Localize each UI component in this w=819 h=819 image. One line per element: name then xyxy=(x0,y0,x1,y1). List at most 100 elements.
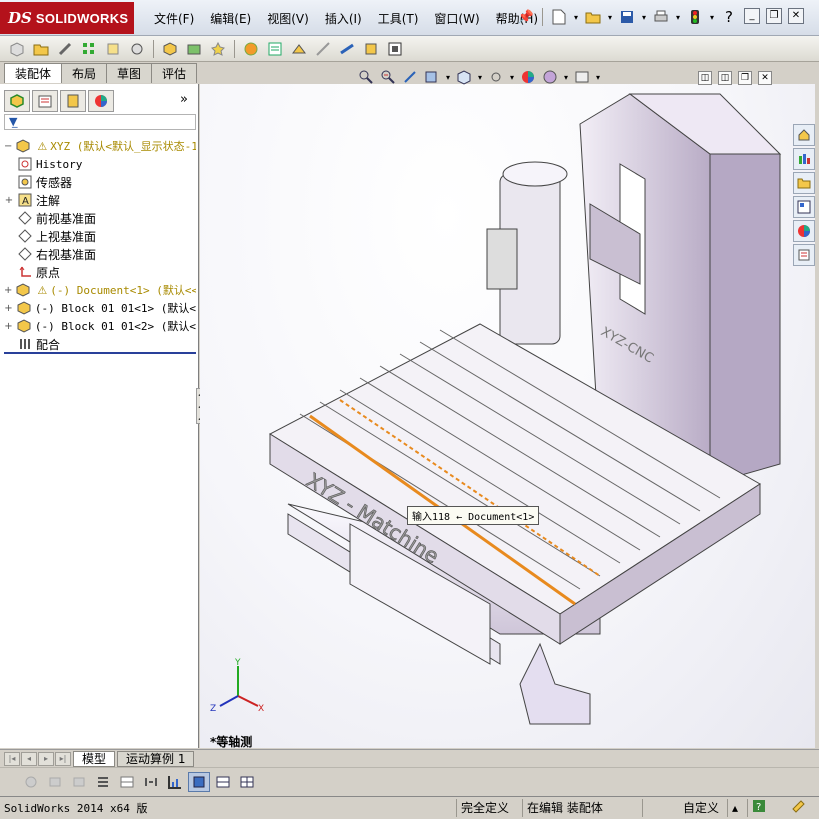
previous-view-icon[interactable] xyxy=(400,68,420,86)
vertical-split-icon[interactable] xyxy=(236,772,258,792)
tree-root[interactable]: − ⚠ XYZ (默认<默认_显示状态-1 xyxy=(4,137,196,155)
linear-pattern-icon[interactable] xyxy=(78,39,100,59)
menu-view[interactable]: 视图(V) xyxy=(259,10,317,27)
prev-tab-icon[interactable]: ◂ xyxy=(21,751,37,766)
save-icon[interactable] xyxy=(617,7,637,27)
restore-button[interactable]: ❐ xyxy=(766,8,782,24)
interference-detection-icon[interactable] xyxy=(336,39,358,59)
solidworks-resources-icon[interactable] xyxy=(793,124,815,146)
view-palette-icon[interactable] xyxy=(793,196,815,218)
help-icon[interactable]: ? xyxy=(719,7,739,27)
equations-icon[interactable] xyxy=(140,772,162,792)
dropdown-arrow-icon[interactable]: ▾ xyxy=(508,68,516,86)
file-explorer-icon[interactable] xyxy=(793,172,815,194)
clearance-verification-icon[interactable] xyxy=(360,39,382,59)
tree-filter[interactable]: ▼̲ xyxy=(4,114,196,130)
expand-icon[interactable]: + xyxy=(4,303,13,314)
print-icon[interactable] xyxy=(651,7,671,27)
display-manager-tab-icon[interactable] xyxy=(88,90,114,112)
chart-icon[interactable] xyxy=(164,772,186,792)
list-icon[interactable] xyxy=(92,772,114,792)
tree-item-origin[interactable]: 原点 xyxy=(4,263,196,281)
dropdown-arrow-icon[interactable]: ▾ xyxy=(444,68,452,86)
explode-line-sketch-icon[interactable] xyxy=(312,39,334,59)
insert-component-icon[interactable] xyxy=(6,39,28,59)
active-view-icon[interactable] xyxy=(188,771,210,792)
dropdown-arrow-icon[interactable]: ▾ xyxy=(562,68,570,86)
next-tab-icon[interactable]: ▸ xyxy=(38,751,54,766)
new-document-icon[interactable] xyxy=(549,7,569,27)
tree-item-sensors[interactable]: 传感器 xyxy=(4,173,196,191)
viewport-restore-icon[interactable]: ❐ xyxy=(738,71,752,85)
design-library-icon[interactable] xyxy=(793,148,815,170)
notification-icon[interactable] xyxy=(769,799,809,817)
horizontal-split-icon[interactable] xyxy=(212,772,234,792)
new-part-icon[interactable] xyxy=(30,39,52,59)
view-settings-icon[interactable] xyxy=(572,68,592,86)
new-motion-study-icon[interactable] xyxy=(240,39,262,59)
tab-motion-study[interactable]: 运动算例 1 xyxy=(117,750,195,767)
menu-tools[interactable]: 工具(T) xyxy=(370,10,427,27)
last-tab-icon[interactable]: ▸| xyxy=(55,751,71,766)
solidworks-logo[interactable]: DS SOLIDWORKS xyxy=(0,2,134,34)
help-icon[interactable]: ? xyxy=(747,799,769,817)
tab-model[interactable]: 模型 xyxy=(73,750,116,767)
dropdown-arrow-icon[interactable]: ▾ xyxy=(594,68,602,86)
zoom-to-fit-icon[interactable] xyxy=(356,68,376,86)
status-units[interactable]: 自定义 xyxy=(642,799,727,817)
dropdown-arrow-icon[interactable]: ▾ xyxy=(476,68,484,86)
assembly-features-icon[interactable] xyxy=(183,39,205,59)
tab-layout[interactable]: 布局 xyxy=(61,63,108,83)
edit-appearance-icon[interactable] xyxy=(518,68,538,86)
menu-edit[interactable]: 编辑(E) xyxy=(202,10,259,27)
tree-item-annotations[interactable]: + A 注解 xyxy=(4,191,196,209)
large-assembly-icon[interactable] xyxy=(384,39,406,59)
reference-geometry-icon[interactable] xyxy=(207,39,229,59)
expand-icon[interactable]: + xyxy=(4,195,14,206)
viewport-close-icon[interactable]: ✕ xyxy=(758,71,772,85)
appearances-icon[interactable] xyxy=(793,220,815,242)
tree-item-top-plane[interactable]: 上视基准面 xyxy=(4,227,196,245)
zoom-to-area-icon[interactable] xyxy=(378,68,398,86)
menu-insert[interactable]: 插入(I) xyxy=(317,10,370,27)
mate-icon[interactable] xyxy=(54,39,76,59)
scene-icon[interactable] xyxy=(540,68,560,86)
dropdown-arrow-icon[interactable]: ▾ xyxy=(606,7,614,27)
tree-item-history[interactable]: History xyxy=(4,155,196,173)
exploded-view-icon[interactable] xyxy=(288,39,310,59)
expand-icon[interactable]: + xyxy=(4,285,12,296)
move-component-icon[interactable] xyxy=(126,39,148,59)
dropdown-arrow-icon[interactable]: ▾ xyxy=(708,7,716,27)
collapse-icon[interactable]: − xyxy=(4,141,12,152)
custom-properties-icon[interactable] xyxy=(793,244,815,266)
minimize-button[interactable]: _ xyxy=(744,8,760,24)
dropdown-arrow-icon[interactable]: ▴ xyxy=(727,799,747,817)
open-folder-icon[interactable] xyxy=(583,7,603,27)
graphics-area[interactable]: XYZ - Matchine XYZ-CNC xyxy=(200,84,815,748)
tree-item-block-2[interactable]: + (-) Block 01 01<2> (默认< xyxy=(4,317,196,335)
smart-fasteners-icon[interactable] xyxy=(102,39,124,59)
feature-manager-tab-icon[interactable] xyxy=(4,90,30,112)
expand-icon[interactable]: + xyxy=(4,321,13,332)
dropdown-arrow-icon[interactable]: ▾ xyxy=(640,7,648,27)
viewport-split-icon[interactable]: ◫ xyxy=(698,71,712,85)
tab-assembly[interactable]: 装配体 xyxy=(4,63,63,83)
view-orientation-icon[interactable] xyxy=(454,68,474,86)
tree-item-right-plane[interactable]: 右视基准面 xyxy=(4,245,196,263)
show-hidden-icon[interactable] xyxy=(159,39,181,59)
configuration-manager-tab-icon[interactable] xyxy=(60,90,86,112)
property-manager-tab-icon[interactable] xyxy=(32,90,58,112)
pin-icon[interactable]: 📌 xyxy=(516,7,536,27)
section-view-icon[interactable] xyxy=(422,68,442,86)
tree-item-document[interactable]: + ⚠ (-) Document<1> (默认<< xyxy=(4,281,196,299)
rebuild-icon[interactable] xyxy=(685,7,705,27)
close-button[interactable]: ✕ xyxy=(788,8,804,24)
table-icon[interactable] xyxy=(116,772,138,792)
tab-sketch[interactable]: 草图 xyxy=(106,63,153,83)
dropdown-arrow-icon[interactable]: ▾ xyxy=(572,7,580,27)
rollback-bar[interactable] xyxy=(4,352,196,354)
tree-item-mates[interactable]: 配合 xyxy=(4,335,196,353)
menu-window[interactable]: 窗口(W) xyxy=(426,10,487,27)
menu-file[interactable]: 文件(F) xyxy=(146,10,202,27)
tree-item-block-1[interactable]: + (-) Block 01 01<1> (默认< xyxy=(4,299,196,317)
